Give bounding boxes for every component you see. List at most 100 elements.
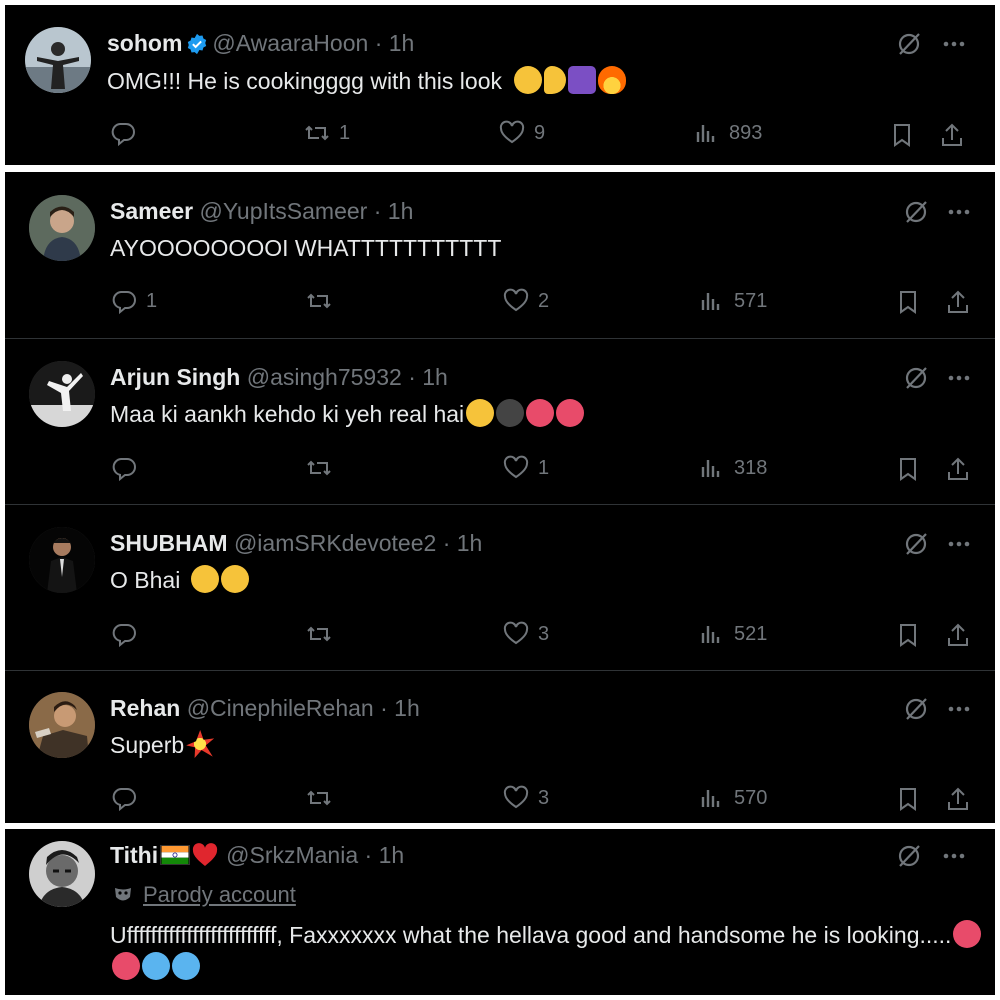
more-icon[interactable] — [940, 30, 968, 58]
share-icon[interactable] — [944, 288, 972, 316]
grok-icon[interactable] — [902, 695, 930, 723]
bookmark-icon[interactable] — [888, 121, 916, 149]
like-button[interactable]: 2 — [502, 287, 549, 315]
grok-icon[interactable] — [902, 530, 930, 558]
timestamp[interactable]: · 1h — [365, 842, 405, 868]
timestamp[interactable]: · 1h — [380, 695, 420, 721]
bookmark-icon[interactable] — [894, 785, 922, 813]
reply-button[interactable] — [110, 784, 146, 812]
tweet-text-content: Superb — [110, 732, 185, 758]
retweet-icon — [307, 626, 331, 642]
timestamp[interactable]: · 1h — [443, 530, 483, 556]
reply-icon — [111, 123, 135, 147]
views-icon — [701, 293, 720, 310]
timestamp[interactable]: · 1h — [408, 364, 448, 390]
reply-button[interactable] — [109, 119, 145, 147]
views-button[interactable]: 521 — [698, 620, 767, 648]
bookmark-icon[interactable] — [894, 621, 922, 649]
reply-button[interactable] — [110, 454, 146, 482]
bookmark-icon[interactable] — [894, 455, 922, 483]
handle[interactable]: @YupItsSameer — [200, 198, 368, 224]
like-button[interactable]: 3 — [502, 620, 549, 648]
display-name[interactable]: Tithi — [110, 842, 158, 868]
share-icon[interactable] — [944, 455, 972, 483]
smiling-face-with-horns-emoji — [953, 920, 982, 948]
tweet-text-content: O Bhai — [110, 567, 181, 593]
tweet-header: Sameer @YupItsSameer · 1h — [110, 197, 413, 225]
timestamp[interactable]: · 1h — [375, 30, 415, 56]
share-icon[interactable] — [938, 121, 966, 149]
handle[interactable]: @iamSRKdevotee2 — [234, 530, 436, 556]
tweet[interactable]: Tithi @SrkzMania · 1h Parody account Ufff… — [5, 829, 995, 995]
display-name[interactable]: Rehan — [110, 695, 180, 721]
bomb-emoji — [496, 399, 525, 427]
avatar[interactable] — [29, 195, 95, 261]
tweet-text: OMG!!! He is cookingggg with this look — [107, 65, 627, 97]
retweet-button[interactable] — [305, 287, 341, 315]
retweet-icon — [305, 125, 329, 141]
like-button[interactable]: 1 — [502, 454, 549, 482]
handle[interactable]: @asingh75932 — [247, 364, 402, 390]
avatar[interactable] — [29, 527, 95, 593]
more-icon[interactable] — [945, 530, 973, 558]
reply-count: 1 — [146, 289, 158, 312]
grok-icon[interactable] — [902, 364, 930, 392]
avatar[interactable] — [29, 692, 95, 758]
views-icon — [701, 626, 720, 643]
views-button[interactable]: 318 — [698, 454, 767, 482]
avatar[interactable] — [25, 27, 91, 93]
retweet-button[interactable] — [305, 784, 341, 812]
smiling-face-with-horns-emoji — [556, 399, 585, 427]
like-button[interactable]: 3 — [502, 784, 549, 812]
tweet-text: Ufffffffffffffffffffffffff, Faxxxxxxx wh… — [110, 919, 985, 983]
share-icon[interactable] — [944, 621, 972, 649]
display-name[interactable]: Sameer — [110, 198, 193, 224]
tweet-panel-3: Tithi @SrkzMania · 1h Parody account Ufff… — [5, 829, 995, 995]
views-button[interactable]: 570 — [698, 784, 767, 812]
reply-button[interactable]: 1 — [110, 287, 157, 315]
avatar[interactable] — [29, 841, 95, 907]
reply-button[interactable] — [110, 620, 146, 648]
views-button[interactable]: 571 — [698, 287, 767, 315]
retweet-button[interactable] — [305, 454, 341, 482]
tweet-panel-1: sohom @AwaaraHoon · 1h OMG!!! He is cooki… — [5, 5, 995, 165]
tweet[interactable]: SHUBHAM @iamSRKdevotee2 · 1h O Bhai 3 52… — [5, 505, 995, 670]
handle[interactable]: @SrkzMania — [226, 842, 358, 868]
more-icon[interactable] — [940, 842, 968, 870]
display-name[interactable]: sohom — [107, 30, 182, 56]
display-name[interactable]: SHUBHAM — [110, 530, 228, 556]
avatar[interactable] — [29, 361, 95, 427]
tweet[interactable]: Arjun Singh @asingh75932 · 1h Maa ki aan… — [5, 339, 995, 504]
timestamp[interactable]: · 1h — [374, 198, 414, 224]
handle[interactable]: @CinephileRehan — [187, 695, 374, 721]
grok-icon[interactable] — [895, 30, 923, 58]
more-icon[interactable] — [945, 364, 973, 392]
like-count: 2 — [538, 289, 550, 312]
verified-badge-icon — [188, 33, 207, 55]
retweet-button[interactable] — [305, 620, 341, 648]
tweet[interactable]: sohom @AwaaraHoon · 1h OMG!!! He is cooki… — [5, 5, 995, 165]
share-icon[interactable] — [944, 785, 972, 813]
display-name[interactable]: Arjun Singh — [110, 364, 240, 390]
tweet-header: sohom @AwaaraHoon · 1h — [107, 29, 414, 57]
handle[interactable]: @AwaaraHoon — [212, 30, 368, 56]
reply-icon — [112, 458, 136, 482]
like-icon — [503, 785, 529, 809]
grok-icon[interactable] — [895, 842, 923, 870]
retweet-button[interactable]: 1 — [303, 119, 350, 147]
parody-account-label[interactable]: Parody account — [113, 882, 296, 908]
tweet-header: SHUBHAM @iamSRKdevotee2 · 1h — [110, 529, 482, 557]
tweet[interactable]: Rehan @CinephileRehan · 1h Superb 3 570 — [5, 671, 995, 823]
views-button[interactable]: 893 — [693, 119, 762, 147]
like-icon — [503, 455, 529, 479]
more-icon[interactable] — [945, 695, 973, 723]
tweet-text: Maa ki aankh kehdo ki yeh real hai — [110, 398, 585, 430]
retweet-icon — [307, 460, 331, 476]
tweet-header: Arjun Singh @asingh75932 · 1h — [110, 363, 448, 391]
tweet[interactable]: Sameer @YupItsSameer · 1h AYOOOOOOOOI WH… — [5, 172, 995, 338]
more-icon[interactable] — [945, 198, 973, 226]
like-button[interactable]: 9 — [498, 119, 545, 147]
grok-icon[interactable] — [902, 198, 930, 226]
bookmark-icon[interactable] — [894, 288, 922, 316]
parody-label-text[interactable]: Parody account — [143, 882, 296, 907]
